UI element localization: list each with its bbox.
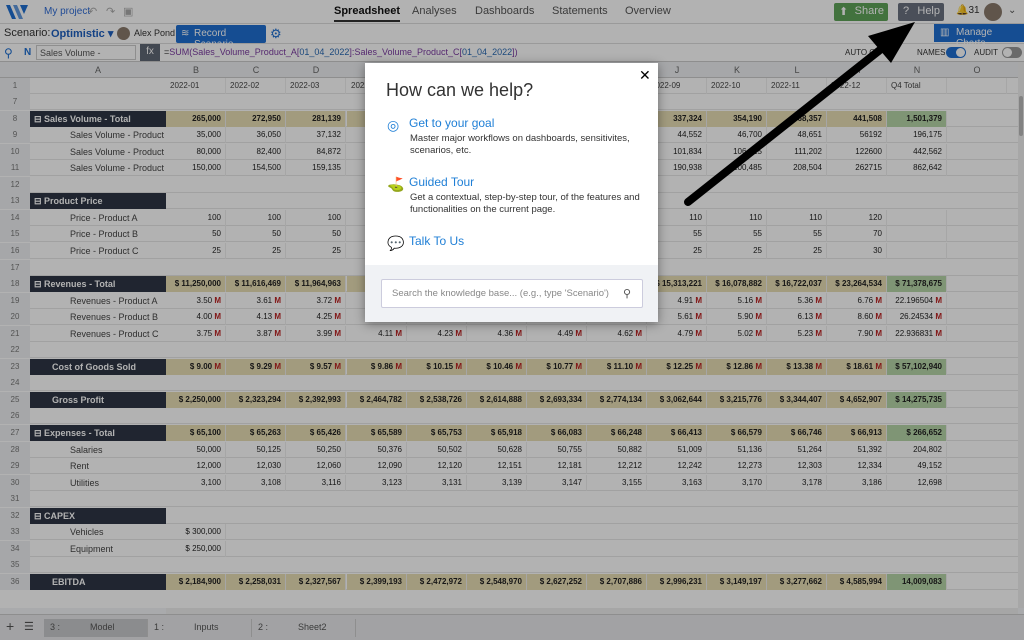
help-item-talk[interactable]: 💬 Talk To Us — [387, 234, 647, 254]
help-item-title: Talk To Us — [409, 234, 465, 248]
help-item-goal[interactable]: ◎ Get to your goal Master major workflow… — [387, 116, 647, 164]
tour-icon: ⛳ — [387, 176, 405, 192]
help-item-title: Guided Tour — [409, 175, 475, 189]
modal-footer: Search the knowledge base... (e.g., type… — [365, 265, 658, 322]
help-modal: ✕ How can we help? ◎ Get to your goal Ma… — [365, 63, 658, 322]
target-icon: ◎ — [387, 117, 400, 133]
help-item-desc: Get a contextual, step-by-step tour, of … — [410, 192, 640, 215]
modal-title: How can we help? — [386, 80, 534, 100]
chat-icon: 💬 — [387, 235, 405, 251]
knowledge-search-input[interactable]: Search the knowledge base... (e.g., type… — [381, 279, 643, 308]
help-item-desc: Master major workflows on dashboards, se… — [410, 133, 630, 156]
help-item-tour[interactable]: ⛳ Guided Tour Get a contextual, step-by-… — [387, 175, 647, 223]
search-icon[interactable]: ⚲ — [623, 287, 631, 300]
close-icon[interactable]: ✕ — [639, 67, 651, 84]
help-item-title: Get to your goal — [409, 116, 495, 130]
